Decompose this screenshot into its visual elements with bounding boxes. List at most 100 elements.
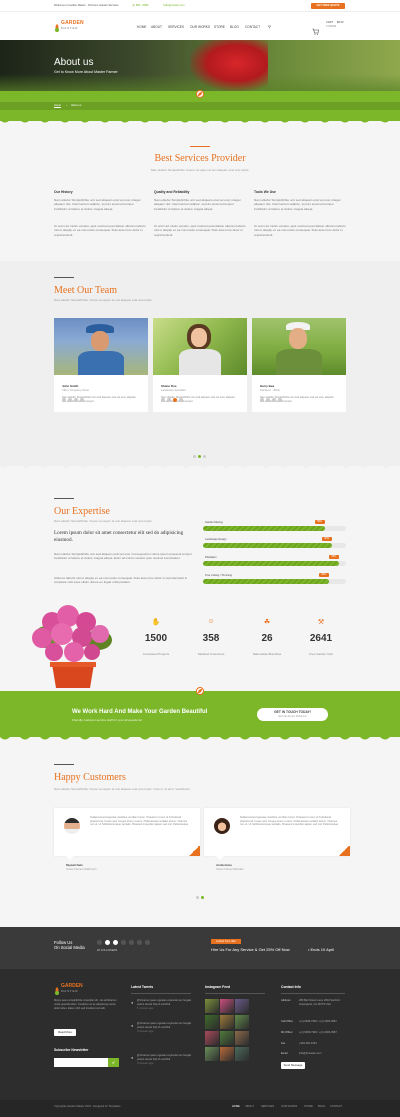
instagram-photo[interactable]	[235, 999, 249, 1013]
services-col-2-p1: Nam elitefor Simplefichite orci sed aliq…	[154, 198, 241, 211]
carousel-dot[interactable]	[196, 896, 199, 899]
cart-icon[interactable]	[312, 22, 319, 35]
carousel-dot-active[interactable]	[201, 896, 204, 899]
carousel-dot[interactable]	[193, 455, 196, 458]
phone-link[interactable]: (1) 880 - 8088	[132, 4, 148, 8]
twitter-icon[interactable]	[167, 398, 171, 402]
skill-bar-fill	[203, 526, 325, 531]
newsletter-submit-button[interactable]: ✔	[108, 1058, 119, 1067]
google-plus-icon[interactable]	[74, 398, 78, 402]
facebook-icon[interactable]	[97, 940, 102, 945]
team-photo	[153, 318, 247, 375]
tweet-text[interactable]: @Vivamus quam egestas cuptuciat nec feug…	[137, 1054, 197, 1062]
welcome-text: Welcome to Garden Master · Premium Garde…	[54, 4, 119, 7]
face-shape	[289, 328, 307, 349]
twitter-icon[interactable]	[266, 398, 270, 402]
footer-brand-bottom: MASTER	[61, 989, 79, 993]
instagram-photo[interactable]	[205, 1031, 219, 1045]
stat-label: Completed Projects	[142, 652, 170, 656]
nav-home[interactable]: HOME	[137, 25, 147, 29]
instagram-photo[interactable]	[205, 999, 219, 1013]
nav-services[interactable]: SERVICES	[168, 25, 184, 29]
instagram-photo[interactable]	[220, 999, 234, 1013]
nav-our-works[interactable]: OUR WORKS	[190, 25, 210, 29]
send-message-button[interactable]: Send Message	[281, 1062, 305, 1069]
email-link[interactable]: hello@master.com	[163, 4, 185, 8]
instagram-photo[interactable]	[220, 1015, 234, 1029]
google-plus-icon[interactable]	[272, 398, 276, 402]
tweet-text[interactable]: @Vivamus quam egestas cuptuciat nec feug…	[137, 999, 197, 1007]
pinterest-icon[interactable]	[121, 940, 126, 945]
team-photo	[252, 318, 346, 375]
quote-corner-icon	[188, 846, 200, 856]
nav-blog[interactable]: BLOG	[230, 25, 239, 29]
expertise-rule	[54, 498, 74, 499]
services-subtitle: Nam elitefor Simplefichite. Fusce vel aq…	[150, 168, 250, 172]
twitter-icon[interactable]	[105, 940, 110, 945]
top-bar: Welcome to Garden Master · Premium Garde…	[0, 0, 400, 12]
nav-store[interactable]: STORE	[214, 25, 225, 29]
search-icon[interactable]: ⚲	[268, 24, 271, 29]
carousel-dot[interactable]	[203, 455, 206, 458]
footer-link[interactable]: BLOG	[318, 1105, 325, 1109]
leaf-icon: ☘	[263, 619, 271, 626]
facebook-icon[interactable]	[260, 398, 264, 402]
facebook-icon[interactable]	[161, 398, 165, 402]
footer-logo-icon[interactable]	[54, 983, 60, 995]
skill-label: Tree Cutting / Trimming	[205, 574, 233, 577]
contact-value[interactable]: info@thmaster.com	[299, 1052, 345, 1056]
read-more-button[interactable]: Read More	[54, 1029, 76, 1036]
shirt-shape	[179, 349, 221, 375]
twitter-icon: ●	[131, 1023, 134, 1028]
rss-icon[interactable]	[145, 940, 150, 945]
linkedin-icon[interactable]	[129, 940, 134, 945]
get-in-touch-label: GET IN TOUCH TODAY!	[274, 710, 311, 714]
instagram-photo[interactable]	[235, 1047, 249, 1061]
footer-link[interactable]: STORE	[304, 1105, 313, 1109]
contact-title: Contact Info	[281, 985, 301, 989]
stat-label: Satisfied Customers	[197, 652, 225, 656]
member-name: Harry Bea	[260, 384, 275, 388]
google-plus-icon[interactable]	[173, 398, 177, 402]
logo-icon[interactable]	[54, 20, 60, 32]
nav-about[interactable]: ABOUT	[151, 25, 162, 29]
linkedin-icon[interactable]	[80, 398, 84, 402]
instagram-photo[interactable]	[205, 1015, 219, 1029]
newsletter-email-input[interactable]	[54, 1058, 108, 1067]
carousel-dot-active[interactable]	[198, 455, 201, 458]
linkedin-icon[interactable]	[179, 398, 183, 402]
stat-number: 26	[261, 633, 273, 644]
customer-role: Owner Farmer Mercado	[216, 868, 244, 871]
instagram-photo[interactable]	[235, 1015, 249, 1029]
twitter-icon[interactable]	[68, 398, 72, 402]
skill-bar-track: 85%	[203, 520, 346, 531]
footer-link[interactable]: ABOUT	[245, 1105, 254, 1109]
footer-link[interactable]: HOME	[232, 1105, 240, 1109]
tweet-text[interactable]: @Vivamus quam egestas cuptuciat nec feug…	[137, 1022, 197, 1030]
green-wave-divider	[0, 737, 400, 740]
users-icon: ☺	[207, 618, 215, 625]
cta-title: We Work Hard And Make Your Garden Beauti…	[72, 709, 208, 715]
footer-link[interactable]: CONTACT	[330, 1105, 342, 1109]
get-in-touch-button[interactable]: GET IN TOUCH TODAY! We'll do all your Pr…	[257, 708, 328, 721]
instagram-photo[interactable]	[220, 1047, 234, 1061]
contact-value: +364-050-0194	[299, 1042, 317, 1045]
contact-label: Mil Officer	[281, 1031, 293, 1034]
shirt-shape	[276, 349, 322, 375]
footer-link[interactable]: SERVICES	[261, 1105, 274, 1109]
google-plus-icon[interactable]	[113, 940, 118, 945]
instagram-photo[interactable]	[205, 1047, 219, 1061]
skill-bar-fill	[203, 579, 329, 584]
instagram-icon[interactable]	[137, 940, 142, 945]
instagram-photo[interactable]	[235, 1031, 249, 1045]
facebook-icon[interactable]	[62, 398, 66, 402]
instagram-photo[interactable]	[220, 1031, 234, 1045]
stat-number: 2641	[309, 633, 333, 644]
skill-bar-fill	[203, 543, 332, 548]
nav-contact[interactable]: CONTACT	[245, 25, 260, 29]
free-quote-button[interactable]: GET FREE QUOTE	[311, 3, 345, 9]
footer-link[interactable]: OUR WORKS	[281, 1105, 297, 1109]
linkedin-icon[interactable]	[278, 398, 282, 402]
customers-rule	[54, 764, 74, 765]
breadcrumb-home[interactable]: Home	[54, 104, 61, 108]
